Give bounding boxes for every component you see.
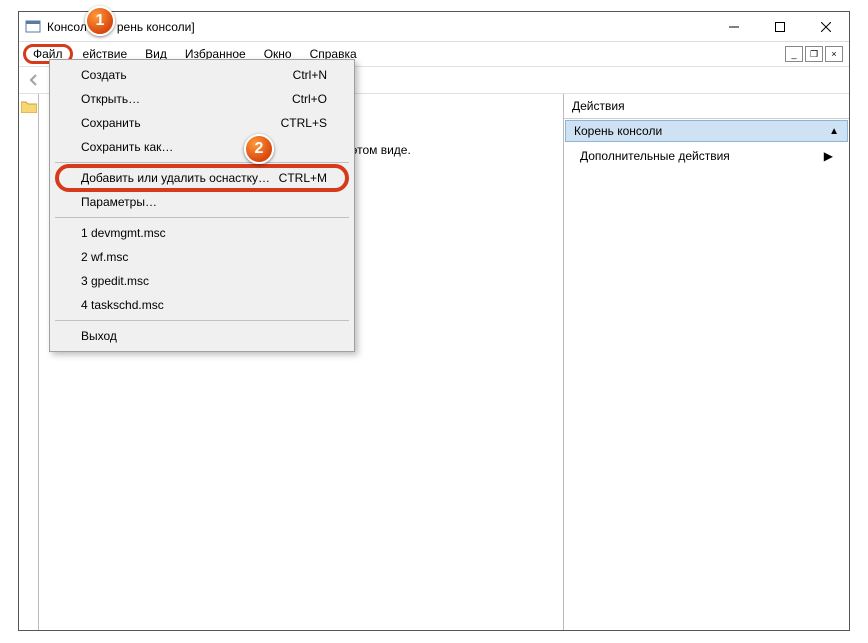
menu-item-options[interactable]: Параметры… [53,190,351,214]
menu-item-recent4[interactable]: 4 taskschd.msc [53,293,351,317]
actions-header: Действия [564,94,849,119]
annotation-callout-1: 1 [85,6,115,36]
menu-separator [55,217,349,218]
minimize-button[interactable] [711,12,757,41]
actions-section-label: Корень консоли [574,124,662,138]
close-button[interactable] [803,12,849,41]
menu-item-create[interactable]: СоздатьCtrl+N [53,63,351,87]
actions-more[interactable]: Дополнительные действия ▶ [564,143,849,169]
menu-item-recent2[interactable]: 2 wf.msc [53,245,351,269]
folder-icon[interactable] [21,100,37,113]
mdi-close-button[interactable]: × [825,46,843,62]
app-icon [25,19,41,35]
menu-separator [55,320,349,321]
tree-column [19,94,39,630]
menu-item-recent3[interactable]: 3 gpedit.msc [53,269,351,293]
collapse-icon: ▲ [829,126,839,137]
menu-item-open[interactable]: Открыть…Ctrl+O [53,87,351,111]
actions-section-root[interactable]: Корень консоли ▲ [565,120,848,142]
chevron-right-icon: ▶ [824,149,833,163]
annotation-callout-2: 2 [244,134,274,164]
actions-pane: Действия Корень консоли ▲ Дополнительные… [564,94,849,630]
window-controls [711,12,849,41]
window-title: Консол рень консоли] [47,20,711,34]
file-menu-dropdown: СоздатьCtrl+N Открыть…Ctrl+O СохранитьCT… [49,59,355,352]
mdi-controls: _ ❐ × [785,46,843,62]
menu-item-addremove-snapin[interactable]: Добавить или удалить оснастку…CTRL+M [53,166,351,190]
menu-item-recent1[interactable]: 1 devmgmt.msc [53,221,351,245]
mdi-restore-button[interactable]: ❐ [805,46,823,62]
menu-item-save[interactable]: СохранитьCTRL+S [53,111,351,135]
menu-item-saveas[interactable]: Сохранить как… [53,135,351,159]
menu-separator [55,162,349,163]
maximize-button[interactable] [757,12,803,41]
actions-more-label: Дополнительные действия [580,149,730,163]
mdi-minimize-button[interactable]: _ [785,46,803,62]
titlebar: Консол рень консоли] [19,12,849,42]
back-button[interactable] [23,69,45,91]
menu-item-exit[interactable]: Выход [53,324,351,348]
